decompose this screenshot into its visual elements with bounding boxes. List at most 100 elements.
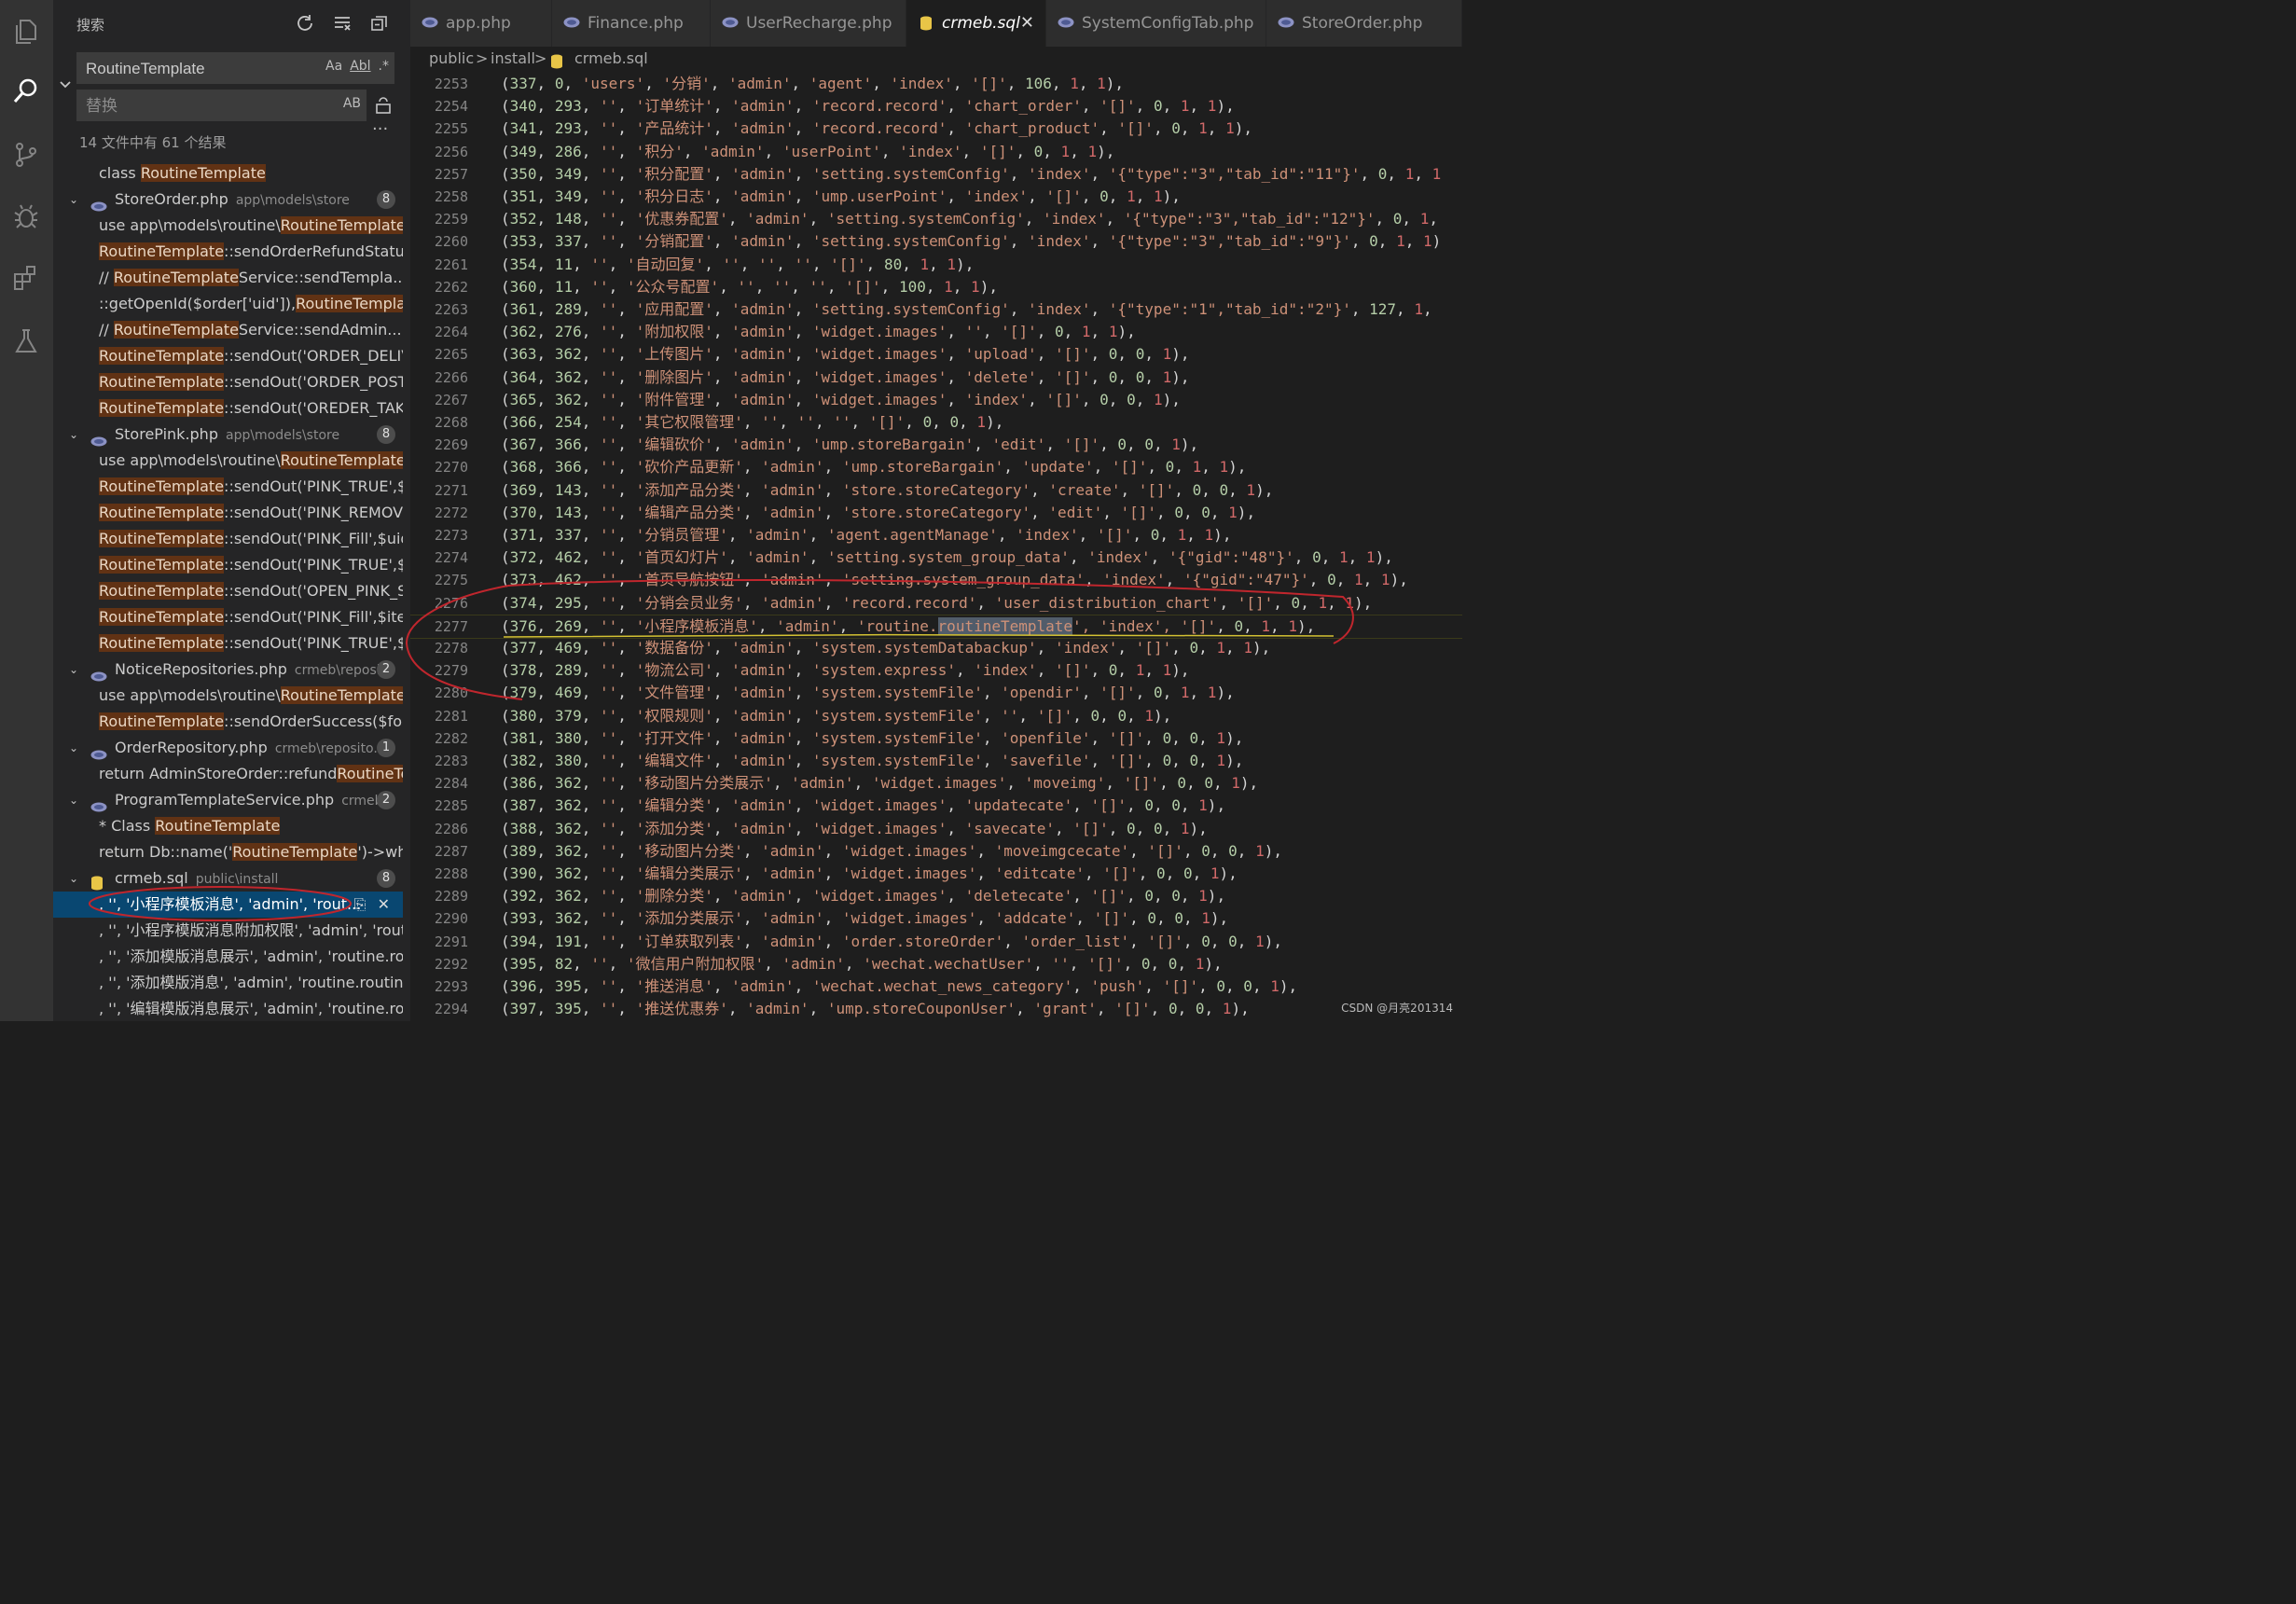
- code-editor[interactable]: 2253 (337, 0, 'users', '分销', 'admin', 'ag…: [410, 71, 1462, 1021]
- chevron-down-icon[interactable]: ⌄: [69, 787, 82, 813]
- code-line[interactable]: 2284 (386, 362, '', '移动图片分类展示', 'admin', …: [410, 772, 1462, 795]
- result-file-group[interactable]: ⌄ NoticeRepositories.php crmeb\reposi... 2: [53, 657, 403, 683]
- match-whole-word-toggle[interactable]: Abl: [350, 59, 370, 74]
- tab-finance[interactable]: Finance.php: [552, 0, 711, 47]
- search-result-item[interactable]: , '', '小程序模版消息附加权限', 'admin', 'routi...: [53, 918, 403, 944]
- search-input[interactable]: [84, 52, 311, 86]
- code-line[interactable]: 2263 (361, 289, '', '应用配置', 'admin', 'set…: [410, 298, 1462, 321]
- search-result-item[interactable]: RoutineTemplate::sendOut('OPEN_PINK_SU..…: [53, 578, 403, 604]
- code-line[interactable]: 2272 (370, 143, '', '编辑产品分类', 'admin', 's…: [410, 502, 1462, 524]
- code-line[interactable]: 2289 (392, 362, '', '删除分类', 'admin', 'wid…: [410, 885, 1462, 907]
- code-line[interactable]: 2264 (362, 276, '', '附加权限', 'admin', 'wid…: [410, 321, 1462, 343]
- code-line[interactable]: 2276 (374, 295, '', '分销会员业务', 'admin', 'r…: [410, 592, 1462, 615]
- code-line[interactable]: 2259 (352, 148, '', '优惠券配置', 'admin', 'se…: [410, 208, 1462, 230]
- explorer-icon[interactable]: [7, 13, 45, 50]
- result-file-group[interactable]: ⌄ OrderRepository.php crmeb\reposito... 1: [53, 735, 403, 761]
- code-line[interactable]: 2293 (396, 395, '', '推送消息', 'admin', 'wec…: [410, 975, 1462, 998]
- extensions-icon[interactable]: [7, 259, 45, 297]
- code-line[interactable]: 2261 (354, 11, '', '自动回复', '', '', '', '[…: [410, 254, 1462, 276]
- search-result-item[interactable]: use app\models\routine\RoutineTemplate;: [53, 448, 403, 474]
- code-line[interactable]: 2285 (387, 362, '', '编辑分类', 'admin', 'wid…: [410, 795, 1462, 817]
- code-line[interactable]: 2255 (341, 293, '', '产品统计', 'admin', 'rec…: [410, 118, 1462, 140]
- search-result-item[interactable]: // RoutineTemplateService::sendAdmin...: [53, 317, 403, 343]
- regex-toggle[interactable]: .*: [379, 59, 389, 74]
- code-line[interactable]: 2275 (373, 462, '', '首页导航按钮', 'admin', 's…: [410, 569, 1462, 591]
- search-result-item[interactable]: , '', '添加模版消息', 'admin', 'routine.routin…: [53, 970, 403, 996]
- search-result-item[interactable]: ::getOpenId($order['uid']),RoutineTempla…: [53, 291, 403, 317]
- result-file-group[interactable]: ⌄ crmeb.sql public\install 8: [53, 865, 403, 892]
- code-line[interactable]: 2269 (367, 366, '', '编辑砍价', 'admin', 'ump…: [410, 434, 1462, 456]
- search-result-item[interactable]: , '', '小程序模板消息', 'admin', 'rout... ⎘ ✕: [53, 892, 403, 918]
- code-line[interactable]: 2279 (378, 289, '', '物流公司', 'admin', 'sys…: [410, 659, 1462, 682]
- replace-field[interactable]: AB: [76, 90, 367, 123]
- search-result-item[interactable]: return Db::name('RoutineTemplate')->wher…: [53, 839, 403, 865]
- search-result-item[interactable]: return AdminStoreOrder::refundRoutineTem…: [53, 761, 403, 787]
- search-result-item[interactable]: RoutineTemplate::sendOut('ORDER_POSTAG..…: [53, 369, 403, 395]
- code-line[interactable]: 2277 (376, 269, '', '小程序模板消息', 'admin', '…: [410, 614, 1462, 639]
- search-result-item[interactable]: RoutineTemplate::sendOut('PINK_TRUE',$or…: [53, 552, 403, 578]
- code-line[interactable]: 2268 (366, 254, '', '其它权限管理', '', '', '',…: [410, 411, 1462, 434]
- chevron-down-icon[interactable]: ⌄: [69, 422, 82, 448]
- tab-storeorder[interactable]: StoreOrder.php: [1266, 0, 1462, 47]
- tab-userrecharge[interactable]: UserRecharge.php: [711, 0, 906, 47]
- search-result-item[interactable]: RoutineTemplate::sendOrderSuccess($forml…: [53, 709, 403, 735]
- code-line[interactable]: 2287 (389, 362, '', '移动图片分类', 'admin', 'w…: [410, 840, 1462, 863]
- search-result-item[interactable]: RoutineTemplate::sendOut('ORDER_DELIVER.…: [53, 343, 403, 369]
- chevron-down-icon[interactable]: ⌄: [69, 187, 82, 213]
- debug-icon[interactable]: [7, 198, 45, 235]
- breadcrumb-file[interactable]: crmeb.sql: [574, 47, 648, 71]
- chevron-down-icon[interactable]: ⌄: [69, 657, 82, 683]
- search-result-item[interactable]: RoutineTemplate::sendOut('PINK_TRUE',$it…: [53, 474, 403, 500]
- clear-results-icon[interactable]: [332, 13, 353, 34]
- result-file-group[interactable]: ⌄ StoreOrder.php app\models\store 8: [53, 187, 403, 213]
- code-line[interactable]: 2290 (393, 362, '', '添加分类展示', 'admin', 'w…: [410, 907, 1462, 930]
- code-line[interactable]: 2286 (388, 362, '', '添加分类', 'admin', 'wid…: [410, 818, 1462, 840]
- testing-icon[interactable]: [7, 323, 45, 360]
- search-result-item[interactable]: class RoutineTemplate: [53, 160, 403, 187]
- code-line[interactable]: 2256 (349, 286, '', '积分', 'admin', 'userP…: [410, 141, 1462, 163]
- breadcrumb-public[interactable]: public: [429, 47, 474, 71]
- search-result-item[interactable]: RoutineTemplate::sendOut('PINK_REMOVE',.…: [53, 500, 403, 526]
- chevron-down-icon[interactable]: [59, 78, 72, 91]
- tab-app[interactable]: app.php: [410, 0, 552, 47]
- search-result-item[interactable]: RoutineTemplate::sendOut('PINK_TRUE',$it…: [53, 630, 403, 657]
- code-line[interactable]: 2270 (368, 366, '', '砍价产品更新', 'admin', 'u…: [410, 456, 1462, 478]
- code-line[interactable]: 2274 (372, 462, '', '首页幻灯片', 'admin', 'se…: [410, 546, 1462, 569]
- code-line[interactable]: 2271 (369, 143, '', '添加产品分类', 'admin', 's…: [410, 479, 1462, 502]
- more-actions-icon[interactable]: ···: [372, 119, 388, 139]
- search-result-item[interactable]: use app\models\routine\RoutineTemplate;: [53, 213, 403, 239]
- chevron-down-icon[interactable]: ⌄: [69, 865, 82, 892]
- source-control-icon[interactable]: [7, 136, 45, 173]
- search-field[interactable]: Aa Abl .*: [76, 52, 394, 86]
- close-icon[interactable]: ✕: [1020, 0, 1034, 47]
- search-result-item[interactable]: * Class RoutineTemplate: [53, 813, 403, 839]
- code-line[interactable]: 2281 (380, 379, '', '权限规则', 'admin', 'sys…: [410, 705, 1462, 727]
- code-line[interactable]: 2253 (337, 0, 'users', '分销', 'admin', 'ag…: [410, 73, 1462, 95]
- dismiss-icon[interactable]: ✕: [378, 892, 390, 918]
- result-file-group[interactable]: ⌄ ProgramTemplateService.php crmeb... 2: [53, 787, 403, 813]
- replace-input[interactable]: [84, 90, 311, 123]
- tab-crmeb[interactable]: crmeb.sql ✕: [906, 0, 1046, 47]
- code-line[interactable]: 2280 (379, 469, '', '文件管理', 'admin', 'sys…: [410, 682, 1462, 704]
- code-line[interactable]: 2288 (390, 362, '', '编辑分类展示', 'admin', 'w…: [410, 863, 1462, 885]
- replace-icon[interactable]: ⎘: [354, 892, 367, 918]
- search-result-item[interactable]: RoutineTemplate::sendOut('PINK_Fill',$it…: [53, 604, 403, 630]
- code-line[interactable]: 2262 (360, 11, '', '公众号配置', '', '', '', '…: [410, 276, 1462, 298]
- code-line[interactable]: 2260 (353, 337, '', '分销配置', 'admin', 'set…: [410, 230, 1462, 253]
- code-line[interactable]: 2258 (351, 349, '', '积分日志', 'admin', 'ump…: [410, 186, 1462, 208]
- replace-all-icon[interactable]: [374, 96, 393, 115]
- preserve-case-toggle[interactable]: AB: [343, 96, 361, 111]
- code-line[interactable]: 2273 (371, 337, '', '分销员管理', 'admin', 'ag…: [410, 524, 1462, 546]
- search-result-item[interactable]: RoutineTemplate::sendOut('PINK_Fill',$ui…: [53, 526, 403, 552]
- search-result-item[interactable]: RoutineTemplate::sendOrderRefundStatus($…: [53, 239, 403, 265]
- result-file-group[interactable]: ⌄ StorePink.php app\models\store 8: [53, 422, 403, 448]
- code-line[interactable]: 2292 (395, 82, '', '微信用户附加权限', 'admin', '…: [410, 953, 1462, 975]
- collapse-all-icon[interactable]: [369, 13, 390, 34]
- code-line[interactable]: 2267 (365, 362, '', '附件管理', 'admin', 'wid…: [410, 389, 1462, 411]
- code-line[interactable]: 2278 (377, 469, '', '数据备份', 'admin', 'sys…: [410, 637, 1462, 659]
- code-line[interactable]: 2254 (340, 293, '', '订单统计', 'admin', 'rec…: [410, 95, 1462, 118]
- code-line[interactable]: 2294 (397, 395, '', '推送优惠券', 'admin', 'um…: [410, 998, 1462, 1020]
- refresh-icon[interactable]: [295, 13, 315, 34]
- code-line[interactable]: 2257 (350, 349, '', '积分配置', 'admin', 'set…: [410, 163, 1462, 186]
- search-result-item[interactable]: , '', '添加模版消息展示', 'admin', 'routine.rou.…: [53, 944, 403, 970]
